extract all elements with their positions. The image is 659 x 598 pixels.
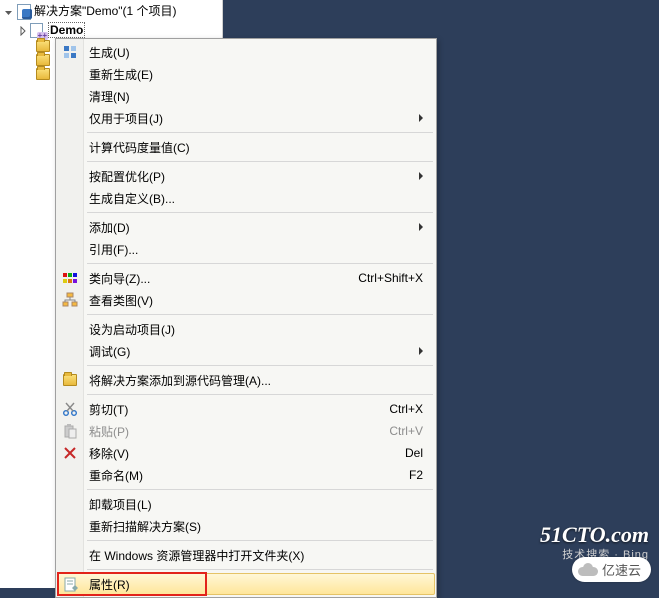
menu-pgo[interactable]: 按配置优化(P) bbox=[57, 165, 435, 187]
watermark-51cto: 51CTO.com bbox=[540, 522, 649, 548]
menu-class-wizard-label: 类向导(Z)... bbox=[89, 270, 150, 287]
menu-build[interactable]: 生成(U) bbox=[57, 41, 435, 63]
menu-separator bbox=[87, 263, 433, 264]
class-diagram-icon bbox=[62, 292, 78, 308]
menu-separator bbox=[87, 540, 433, 541]
solution-label: 解决方案"Demo"(1 个项目) bbox=[34, 2, 177, 19]
menu-debug[interactable]: 调试(G) bbox=[57, 340, 435, 362]
folder-icon bbox=[36, 68, 50, 80]
menu-remove[interactable]: 移除(V) Del bbox=[57, 442, 435, 464]
menu-cut[interactable]: 剪切(T) Ctrl+X bbox=[57, 398, 435, 420]
menu-clean[interactable]: 清理(N) bbox=[57, 85, 435, 107]
project-icon bbox=[30, 22, 46, 38]
project-node[interactable]: Demo bbox=[0, 21, 222, 39]
menu-separator bbox=[87, 394, 433, 395]
menu-project-only-label: 仅用于项目(J) bbox=[89, 110, 163, 127]
menu-cut-shortcut: Ctrl+X bbox=[369, 402, 423, 416]
scc-folder-icon bbox=[62, 372, 78, 388]
menu-add-scc-label: 将解决方案添加到源代码管理(A)... bbox=[89, 372, 271, 389]
menu-separator bbox=[87, 314, 433, 315]
menu-separator bbox=[87, 365, 433, 366]
menu-separator bbox=[87, 212, 433, 213]
menu-cut-label: 剪切(T) bbox=[89, 401, 128, 418]
menu-view-class-label: 查看类图(V) bbox=[89, 292, 153, 309]
project-context-menu: 生成(U) 重新生成(E) 清理(N) 仅用于项目(J) 计算代码度量值(C) … bbox=[55, 38, 437, 598]
menu-class-wizard[interactable]: 类向导(Z)... Ctrl+Shift+X bbox=[57, 267, 435, 289]
menu-project-only[interactable]: 仅用于项目(J) bbox=[57, 107, 435, 129]
watermark-yisu-label: 亿速云 bbox=[602, 560, 641, 579]
menu-separator bbox=[87, 489, 433, 490]
project-label: Demo bbox=[48, 22, 85, 38]
menu-remove-label: 移除(V) bbox=[89, 445, 129, 462]
menu-rename-shortcut: F2 bbox=[389, 468, 423, 482]
build-icon bbox=[62, 44, 78, 60]
menu-pgo-label: 按配置优化(P) bbox=[89, 168, 165, 185]
submenu-arrow-icon bbox=[419, 347, 423, 355]
menu-unload-label: 卸载项目(L) bbox=[89, 496, 152, 513]
menu-paste-label: 粘贴(P) bbox=[89, 423, 129, 440]
menu-paste-shortcut: Ctrl+V bbox=[369, 424, 423, 438]
menu-build-label: 生成(U) bbox=[89, 44, 130, 61]
menu-rename-label: 重命名(M) bbox=[89, 467, 143, 484]
menu-rescan[interactable]: 重新扫描解决方案(S) bbox=[57, 515, 435, 537]
menu-build-custom-label: 生成自定义(B)... bbox=[89, 190, 175, 207]
menu-view-class[interactable]: 查看类图(V) bbox=[57, 289, 435, 311]
menu-add-scc[interactable]: 将解决方案添加到源代码管理(A)... bbox=[57, 369, 435, 391]
paste-icon bbox=[62, 423, 78, 439]
collapse-icon[interactable] bbox=[4, 6, 14, 16]
menu-separator bbox=[87, 161, 433, 162]
menu-calc-metrics-label: 计算代码度量值(C) bbox=[89, 139, 190, 156]
folder-icon bbox=[36, 40, 50, 52]
menu-build-custom[interactable]: 生成自定义(B)... bbox=[57, 187, 435, 209]
menu-references-label: 引用(F)... bbox=[89, 241, 138, 258]
menu-add-label: 添加(D) bbox=[89, 219, 130, 236]
submenu-arrow-icon bbox=[419, 172, 423, 180]
menu-remove-shortcut: Del bbox=[385, 446, 423, 460]
submenu-arrow-icon bbox=[419, 223, 423, 231]
folder-icon bbox=[63, 374, 77, 386]
menu-open-explorer[interactable]: 在 Windows 资源管理器中打开文件夹(X) bbox=[57, 544, 435, 566]
solution-icon bbox=[16, 3, 32, 19]
menu-rebuild[interactable]: 重新生成(E) bbox=[57, 63, 435, 85]
cut-icon bbox=[62, 401, 78, 417]
menu-debug-label: 调试(G) bbox=[89, 343, 130, 360]
menu-references[interactable]: 引用(F)... bbox=[57, 238, 435, 260]
watermark-yisu: 亿速云 bbox=[572, 557, 651, 582]
menu-properties[interactable]: 属性(R) bbox=[57, 573, 435, 595]
expand-icon[interactable] bbox=[18, 25, 28, 35]
menu-rescan-label: 重新扫描解决方案(S) bbox=[89, 518, 201, 535]
menu-rebuild-label: 重新生成(E) bbox=[89, 66, 153, 83]
menu-paste: 粘贴(P) Ctrl+V bbox=[57, 420, 435, 442]
menu-separator bbox=[87, 132, 433, 133]
menu-set-startup-label: 设为启动项目(J) bbox=[89, 321, 175, 338]
remove-icon bbox=[62, 445, 78, 461]
menu-separator bbox=[87, 569, 433, 570]
menu-clean-label: 清理(N) bbox=[89, 88, 130, 105]
menu-open-explorer-label: 在 Windows 资源管理器中打开文件夹(X) bbox=[89, 547, 304, 564]
folder-icon bbox=[36, 54, 50, 66]
menu-set-startup[interactable]: 设为启动项目(J) bbox=[57, 318, 435, 340]
menu-calc-metrics[interactable]: 计算代码度量值(C) bbox=[57, 136, 435, 158]
cloud-icon bbox=[578, 563, 598, 576]
menu-unload[interactable]: 卸载项目(L) bbox=[57, 493, 435, 515]
menu-class-wizard-shortcut: Ctrl+Shift+X bbox=[338, 271, 423, 285]
menu-rename[interactable]: 重命名(M) F2 bbox=[57, 464, 435, 486]
solution-node[interactable]: 解决方案"Demo"(1 个项目) bbox=[0, 0, 222, 21]
properties-icon bbox=[63, 577, 79, 593]
submenu-arrow-icon bbox=[419, 114, 423, 122]
menu-properties-label: 属性(R) bbox=[89, 576, 130, 593]
class-wizard-icon bbox=[62, 270, 78, 286]
menu-add[interactable]: 添加(D) bbox=[57, 216, 435, 238]
